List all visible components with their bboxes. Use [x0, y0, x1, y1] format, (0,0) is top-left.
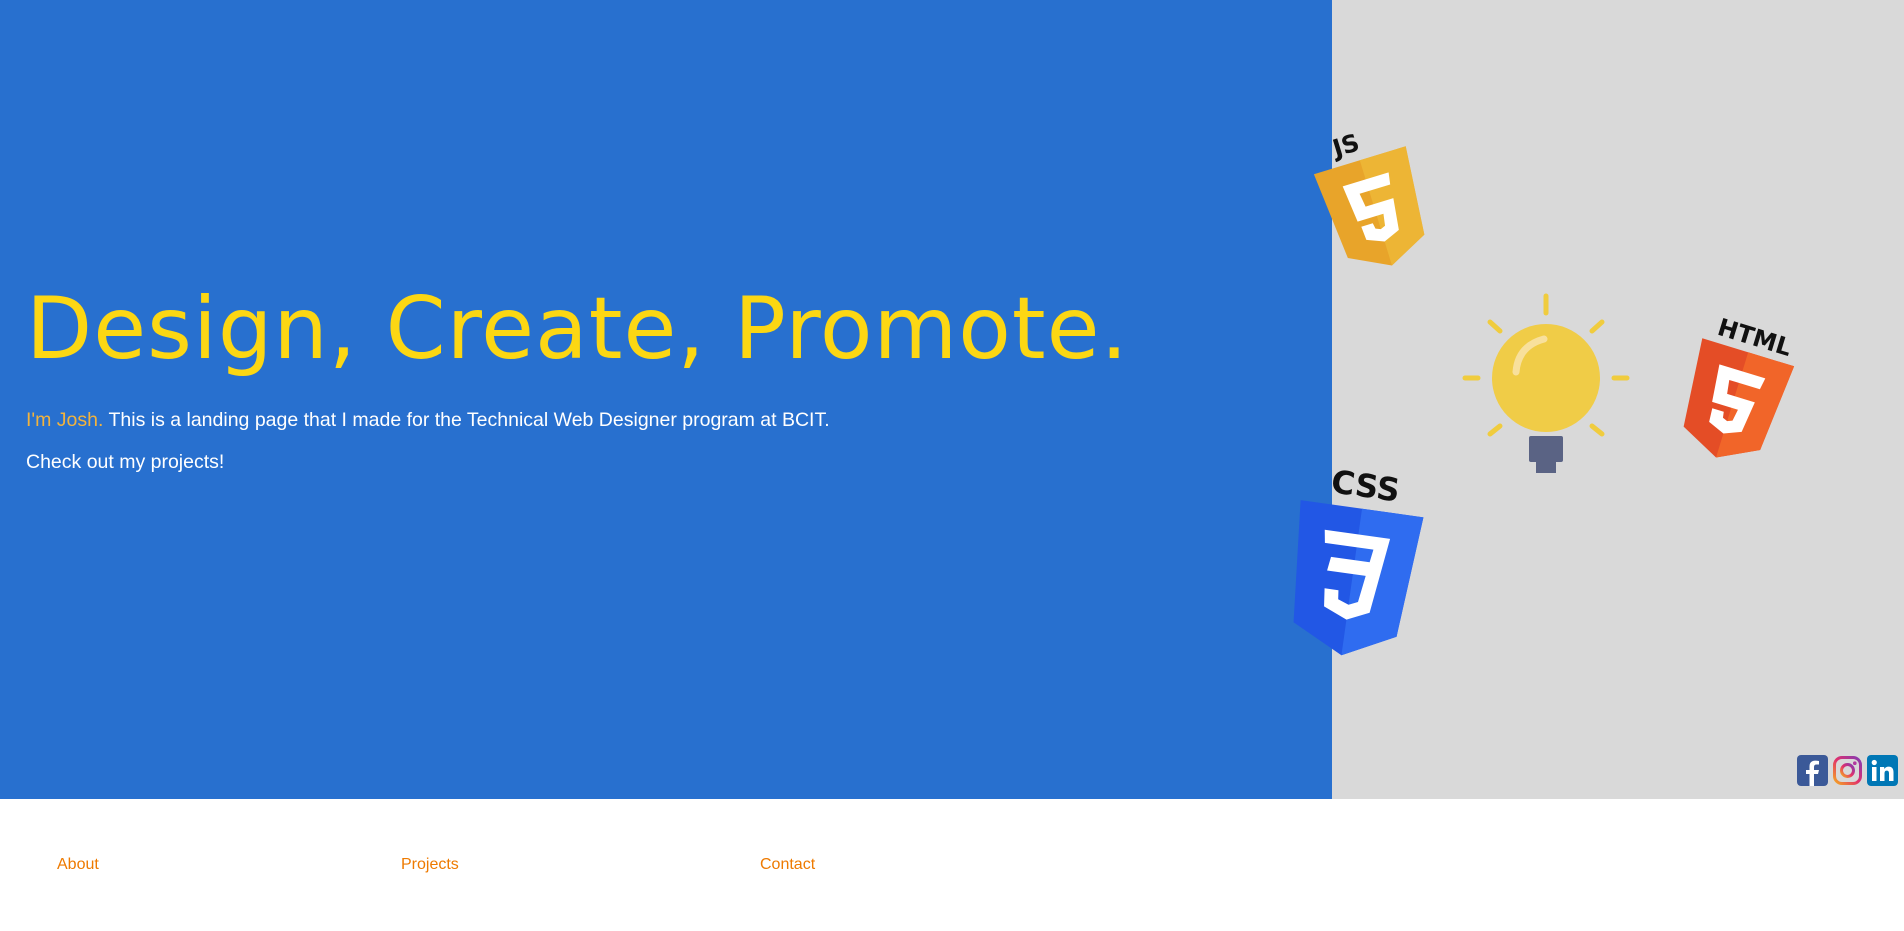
- linkedin-link[interactable]: [1867, 755, 1898, 786]
- intro-name: I'm Josh.: [26, 409, 104, 431]
- nav-link-projects[interactable]: Projects: [401, 856, 459, 874]
- nav-link-about[interactable]: About: [57, 856, 99, 874]
- illustration-panel: [1332, 0, 1904, 799]
- projects-callout: Check out my projects!: [26, 451, 225, 473]
- hero-headline: Design, Create, Promote.: [26, 279, 1129, 379]
- facebook-link[interactable]: [1797, 755, 1828, 786]
- facebook-icon: [1797, 755, 1828, 786]
- nav-link-contact[interactable]: Contact: [760, 856, 815, 874]
- linkedin-icon: [1867, 755, 1898, 786]
- hero-intro: I'm Josh. This is a landing page that I …: [26, 409, 830, 432]
- instagram-icon: [1832, 755, 1863, 786]
- hero-section: [0, 0, 1332, 799]
- intro-text: This is a landing page that I made for t…: [103, 409, 830, 431]
- instagram-link[interactable]: [1832, 755, 1863, 786]
